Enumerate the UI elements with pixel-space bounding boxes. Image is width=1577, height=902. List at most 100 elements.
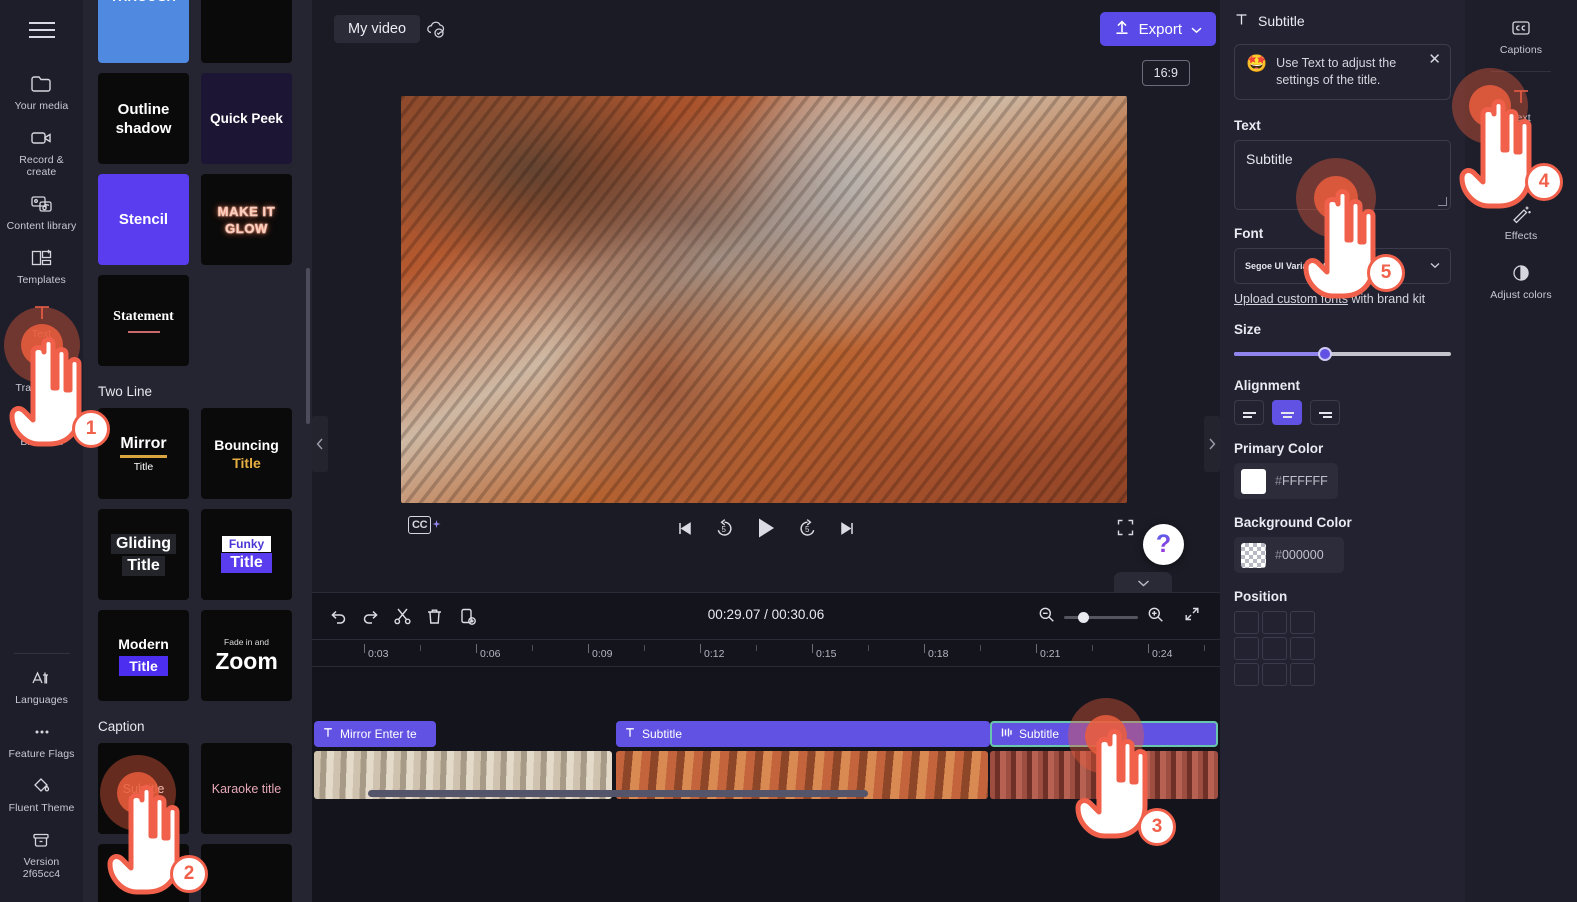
position-cell-bottom-center[interactable] — [1262, 663, 1287, 686]
duplicate-button[interactable] — [455, 604, 479, 628]
position-cell-middle-right[interactable] — [1290, 637, 1315, 660]
template-card[interactable]: MAKE IT GLOW — [201, 174, 292, 265]
sidebar-item-brand-kit[interactable]: Brand kit — [4, 402, 80, 454]
sidebar-item-transitions[interactable]: Transitions — [4, 348, 80, 400]
fit-to-screen-icon[interactable] — [1184, 606, 1200, 627]
position-cell-top-right[interactable] — [1290, 611, 1315, 634]
template-card[interactable]: Statement — [98, 275, 189, 366]
close-icon[interactable]: ✕ — [1428, 52, 1441, 67]
sidebar-label: Templates — [17, 274, 66, 286]
template-card[interactable]: Funky Title — [201, 509, 292, 600]
sidebar-item-version[interactable]: Version 2f65cc4 — [4, 822, 80, 886]
font-select[interactable]: Segoe UI Variable Static D — [1234, 248, 1451, 284]
right-rail-item-adjust-colors[interactable]: Adjust colors — [1471, 253, 1571, 310]
forward-5-icon[interactable]: 5 — [797, 518, 818, 539]
hamburger-menu-icon[interactable] — [22, 10, 62, 50]
collapse-left-panel-button[interactable] — [312, 416, 328, 472]
alignment-field-label: Alignment — [1234, 378, 1300, 393]
template-card[interactable]: Outline shadow — [98, 73, 189, 164]
sidebar-item-your-media[interactable]: Your media — [4, 66, 80, 118]
zoom-slider-knob[interactable] — [1078, 611, 1089, 623]
undo-button[interactable] — [326, 604, 350, 628]
sidebar-item-content-library[interactable]: Content library — [4, 186, 80, 238]
template-card[interactable]: Quick Peek — [201, 73, 292, 164]
project-name-field[interactable]: My video — [334, 15, 421, 43]
zoom-slider[interactable] — [1064, 611, 1138, 623]
template-card[interactable]: heading — [201, 0, 292, 63]
template-card[interactable]: Stencil — [98, 174, 189, 265]
template-card[interactable]: Subtitle — [98, 743, 189, 834]
sidebar-label: Brand kit — [20, 436, 63, 448]
position-cell-top-center[interactable] — [1262, 611, 1287, 634]
timeline-ruler[interactable]: 0:03 0:06 0:09 0:12 0:15 0:18 0:21 0:24 — [312, 639, 1220, 667]
template-card[interactable]: Modern Title — [98, 610, 189, 701]
delete-button[interactable] — [422, 604, 446, 628]
align-left-button[interactable] — [1234, 400, 1264, 425]
aspect-ratio-button[interactable]: 16:9 — [1141, 60, 1190, 86]
template-card[interactable]: Bouncing Title — [201, 408, 292, 499]
timeline-media-clip[interactable] — [990, 751, 1218, 799]
timeline-collapse-toggle[interactable] — [1114, 572, 1172, 594]
templates-grid-top: Push Through heading Outline shadow Quic… — [98, 0, 298, 366]
sidebar-item-record-create[interactable]: Record & create — [4, 120, 80, 184]
template-card[interactable]: Push Through — [98, 0, 189, 63]
sidebar-label: Record & create — [19, 154, 64, 178]
templates-scroll-area[interactable]: Push Through heading Outline shadow Quic… — [84, 0, 312, 902]
align-right-button[interactable] — [1310, 400, 1340, 425]
sidebar-label: Transitions — [15, 382, 68, 394]
redo-button[interactable] — [358, 604, 382, 628]
template-label: Outline shadow — [115, 100, 172, 137]
primary-color-label: Primary Color — [1234, 441, 1324, 456]
text-input[interactable]: Subtitle — [1234, 140, 1451, 210]
skip-forward-icon[interactable] — [838, 519, 857, 538]
rewind-5-icon[interactable]: 5 — [714, 518, 735, 539]
sidebar-item-languages[interactable]: Languages — [4, 660, 80, 712]
timeline-tracks: Mirror Enter te Subtitle Subtitle — [312, 667, 1220, 799]
resize-grip-icon[interactable] — [1438, 197, 1447, 206]
split-button[interactable] — [390, 604, 414, 628]
play-icon[interactable] — [755, 516, 777, 540]
position-cell-bottom-right[interactable] — [1290, 663, 1315, 686]
properties-header: Subtitle — [1234, 12, 1451, 30]
template-card[interactable]: Multiline — [98, 844, 189, 902]
align-center-button[interactable] — [1272, 400, 1302, 425]
timecode-display: 00:29.07 / 00:30.06 — [708, 607, 824, 622]
timeline-text-clip[interactable]: Mirror Enter te — [314, 721, 436, 747]
right-rail-item-text[interactable]: Text — [1471, 76, 1571, 133]
template-card[interactable]: Gliding Title — [98, 509, 189, 600]
sidebar-item-fluent-theme[interactable]: Fluent Theme — [4, 768, 80, 820]
sidebar-item-text[interactable]: Text — [4, 294, 80, 346]
position-cell-middle-center[interactable] — [1262, 637, 1287, 660]
cloud-check-icon[interactable] — [424, 17, 448, 41]
template-card[interactable]: Blurring — [201, 844, 292, 902]
help-button[interactable]: ? — [1143, 524, 1184, 565]
background-color-picker[interactable]: #000000 — [1234, 537, 1344, 573]
template-card[interactable]: Fade in and Zoom — [201, 610, 292, 701]
primary-color-picker[interactable]: #FFFFFF — [1234, 463, 1338, 499]
right-rail-item-fade[interactable]: Fade — [1471, 135, 1571, 192]
size-slider[interactable] — [1234, 344, 1451, 364]
position-cell-middle-left[interactable] — [1234, 637, 1259, 660]
timeline-text-clip-selected[interactable]: Subtitle — [990, 721, 1218, 747]
right-rail-item-captions[interactable]: Captions — [1471, 8, 1571, 65]
template-card[interactable]: Mirror Title — [98, 408, 189, 499]
captions-toggle-button[interactable]: CC — [408, 516, 441, 534]
zoom-out-icon[interactable] — [1038, 606, 1055, 628]
fullscreen-icon[interactable] — [1117, 519, 1134, 541]
position-cell-bottom-left[interactable] — [1234, 663, 1259, 686]
zoom-in-icon[interactable] — [1147, 606, 1164, 628]
upload-custom-fonts-link[interactable]: Upload custom fonts — [1234, 292, 1348, 306]
position-cell-top-left[interactable] — [1234, 611, 1259, 634]
collapse-right-panel-button[interactable] — [1204, 416, 1220, 472]
skip-back-icon[interactable] — [675, 519, 694, 538]
timeline-text-clip[interactable]: Subtitle — [616, 721, 990, 747]
timeline-horizontal-scrollbar[interactable] — [368, 790, 868, 797]
slider-knob[interactable] — [1318, 347, 1332, 361]
template-card[interactable]: Karaoke title — [201, 743, 292, 834]
export-button[interactable]: Export — [1099, 12, 1216, 46]
right-rail-item-effects[interactable]: Effects — [1471, 194, 1571, 251]
templates-scrollbar[interactable] — [306, 268, 310, 424]
sidebar-item-feature-flags[interactable]: Feature Flags — [4, 714, 80, 766]
video-canvas[interactable]: Subtitle — [401, 96, 1127, 503]
sidebar-item-templates[interactable]: Templates — [4, 240, 80, 292]
